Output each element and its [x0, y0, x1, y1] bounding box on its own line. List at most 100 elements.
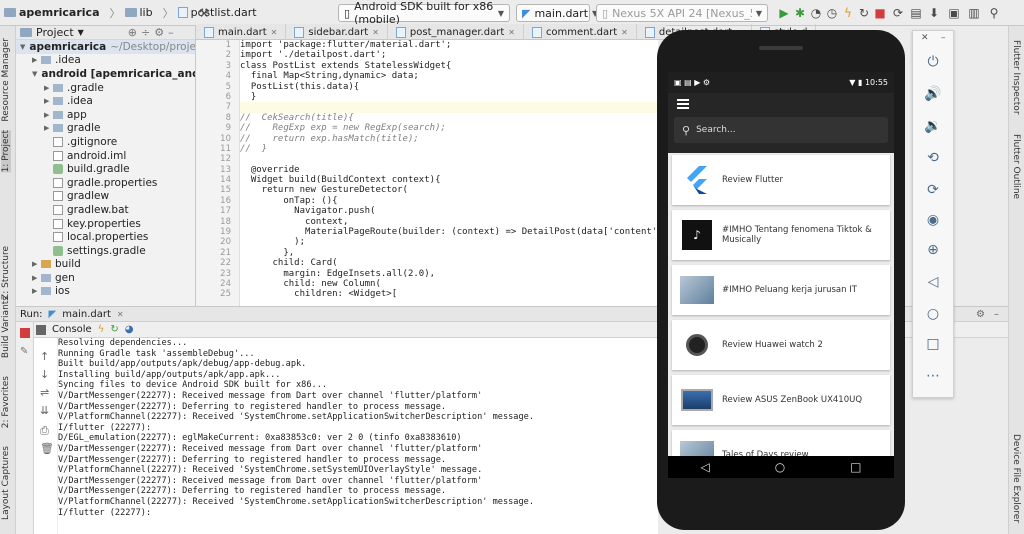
home-icon[interactable]: ○ [775, 460, 785, 474]
minimize-icon[interactable]: – [941, 33, 946, 43]
more-icon[interactable]: ⋯ [922, 365, 944, 387]
tree-item[interactable]: ▶ app [16, 108, 195, 122]
avd-manager-icon[interactable]: ▤ [908, 5, 924, 21]
tab-comment-dart[interactable]: comment.dart ✕ [524, 24, 637, 40]
gear-icon[interactable]: ⚙ [976, 309, 985, 320]
hammer-icon[interactable]: ⚒ [196, 5, 212, 21]
volume-up-icon[interactable]: 🔊 [922, 83, 944, 105]
tree-item[interactable]: ▼ apemricarica ~/Desktop/proje [16, 40, 195, 54]
tree-item[interactable]: local.properties [16, 230, 195, 244]
chevron-icon[interactable]: ▶ [44, 84, 53, 92]
menu-icon[interactable] [677, 99, 689, 111]
rotate-right-icon[interactable]: ⟳ [922, 179, 944, 201]
gear-icon[interactable]: ⚙ [154, 26, 164, 39]
chevron-icon[interactable]: ▶ [32, 287, 41, 295]
stop-icon[interactable]: ■ [872, 5, 888, 21]
hot-restart-icon[interactable]: ↻ [110, 324, 118, 335]
close-icon[interactable]: ✕ [117, 310, 124, 319]
scroll-to-end-icon[interactable]: ⇊ [40, 404, 49, 417]
power-icon[interactable]: ⏻ [922, 51, 944, 73]
pin-icon[interactable]: ✎ [20, 346, 28, 357]
chevron-icon[interactable]: ▶ [44, 111, 53, 119]
breadcrumb-file[interactable]: postlist.dart [177, 6, 257, 19]
tree-item[interactable]: ▶ gen [16, 271, 195, 285]
tab-flutter-inspector[interactable]: Flutter Inspector [1011, 40, 1021, 115]
chevron-icon[interactable]: ▶ [32, 56, 41, 64]
avd-selector[interactable]: ▯ Nexus 5X API 24 [Nexus_5X_API_24] ▼ [596, 4, 768, 22]
tree-item[interactable]: ▶ build [16, 258, 195, 272]
post-card[interactable]: ♪ #IMHO Tentang fenomena Tiktok & Musical… [672, 210, 890, 260]
tab-build-variants[interactable]: Build Variants [1, 296, 11, 358]
run-tab-main-dart[interactable]: main.dart [62, 309, 111, 320]
tree-item[interactable]: android.iml [16, 149, 195, 163]
tree-item[interactable]: ▶ .gradle [16, 81, 195, 95]
chevron-icon[interactable]: ▶ [32, 274, 41, 282]
debug-icon[interactable]: ✱ [792, 5, 808, 21]
collapse-icon[interactable]: ÷ [141, 26, 150, 39]
tree-item[interactable]: settings.gradle [16, 244, 195, 258]
post-card[interactable]: Review ASUS ZenBook UX410UQ [672, 375, 890, 425]
tree-item[interactable]: gradlew [16, 190, 195, 204]
recents-icon[interactable]: □ [850, 460, 861, 474]
post-card[interactable]: Review Flutter [672, 155, 890, 205]
tab-structure[interactable]: Z: Structure [1, 246, 11, 300]
close-icon[interactable]: ✕ [508, 28, 515, 37]
post-card[interactable]: Tales of Days review [672, 430, 890, 456]
chevron-down-icon[interactable]: ▼ [78, 28, 84, 37]
print-icon[interactable]: ⎙ [40, 424, 49, 438]
code-area[interactable]: import 'package:flutter/material.dart'; i… [240, 40, 658, 300]
volume-down-icon[interactable]: 🔉 [922, 115, 944, 137]
tab-console[interactable]: Console [52, 324, 92, 335]
hide-icon[interactable]: – [168, 26, 174, 39]
close-icon[interactable]: ✕ [621, 28, 628, 37]
tree-item[interactable]: gradle.properties [16, 176, 195, 190]
device-manager-icon[interactable]: ▣ [946, 5, 962, 21]
close-icon[interactable]: ✕ [372, 28, 379, 37]
tab-flutter-outline[interactable]: Flutter Outline [1011, 134, 1021, 199]
tree-item[interactable]: gradlew.bat [16, 203, 195, 217]
tree-item[interactable]: key.properties [16, 217, 195, 231]
tree-item[interactable]: ▶ ios [16, 285, 195, 299]
code-editor[interactable]: 1 2 3 4 5 6 7 8 9 10 11 12 13 14 15 16 17 18 19 20 21 22 23 24 2… [196, 40, 658, 306]
tab-resource-manager[interactable]: Resource Manager [1, 38, 11, 122]
camera-icon[interactable]: ◉ [922, 209, 944, 231]
locate-icon[interactable]: ⊕ [128, 26, 137, 39]
tab-favorites[interactable]: 2: Favorites [1, 376, 11, 428]
hot-reload-icon[interactable]: ϟ [98, 324, 105, 335]
rerun-icon[interactable]: ↻ [856, 5, 872, 21]
breadcrumb-lib[interactable]: lib [124, 6, 153, 19]
sync-icon[interactable]: ⟳ [890, 5, 906, 21]
profile-icon[interactable]: ◷ [824, 5, 840, 21]
post-card[interactable]: Review Huawei watch 2 [672, 320, 890, 370]
devtools-icon[interactable]: ◕ [125, 324, 134, 335]
tab-main-dart[interactable]: main.dart ✕ [196, 24, 287, 40]
post-card[interactable]: #IMHO Peluang kerja jurusan IT [672, 265, 890, 315]
run-icon[interactable]: ▶ [776, 5, 792, 21]
tab-post-manager-dart[interactable]: post_manager.dart ✕ [388, 24, 524, 40]
tab-layout-captures[interactable]: Layout Captures [1, 446, 11, 520]
chevron-icon[interactable]: ▶ [44, 124, 53, 132]
tab-sidebar-dart[interactable]: sidebar.dart ✕ [286, 24, 388, 40]
project-view-selector[interactable]: Project [36, 26, 74, 39]
tree-item[interactable]: ▼ android [apemricarica_andr [16, 67, 195, 81]
arrow-down-icon[interactable]: ↓ [40, 368, 49, 381]
search-field[interactable]: ⚲ Search... [674, 117, 888, 143]
rotate-left-icon[interactable]: ⟲ [922, 147, 944, 169]
arrow-up-icon[interactable]: ↑ [40, 350, 49, 363]
console-output[interactable]: Resolving dependencies... Running Gradle … [58, 338, 658, 534]
tree-item[interactable]: .gitignore [16, 135, 195, 149]
chevron-icon[interactable]: ▶ [44, 97, 53, 105]
tab-project[interactable]: 1: Project [1, 130, 11, 173]
tab-device-file-explorer[interactable]: Device File Explorer [1011, 434, 1021, 523]
tree-item[interactable]: ▶ gradle [16, 122, 195, 136]
chevron-icon[interactable]: ▼ [20, 43, 25, 51]
device-selector[interactable]: ▯ Android SDK built for x86 (mobile) ▼ [338, 0, 510, 26]
back-icon[interactable]: ◁ [700, 460, 709, 474]
chevron-icon[interactable]: ▼ [32, 70, 37, 78]
hide-icon[interactable]: – [994, 309, 999, 320]
sdk-manager-icon[interactable]: ⬇ [926, 5, 942, 21]
zoom-icon[interactable]: ⊕ [922, 239, 944, 261]
tree-item[interactable]: ▶ .idea [16, 54, 195, 68]
soft-wrap-icon[interactable]: ⇌ [40, 386, 49, 399]
attach-icon[interactable]: ◔ [808, 5, 824, 21]
